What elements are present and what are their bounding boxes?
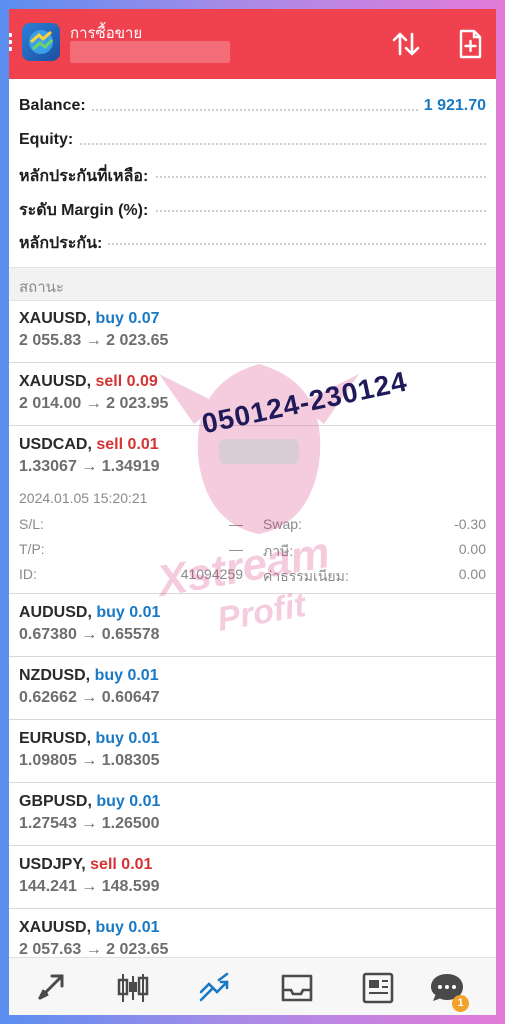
new-order-icon[interactable] bbox=[453, 27, 487, 61]
position-side: sell 0.01 bbox=[96, 436, 159, 453]
balance-row: Balance: 1 921.70 bbox=[9, 91, 496, 125]
position-symbol: AUDUSD, bbox=[19, 604, 92, 621]
chat-badge: 1 bbox=[452, 995, 469, 1012]
position-row[interactable]: NZDUSD, buy 0.01 0.62662 → 0.60647 bbox=[9, 657, 496, 720]
tp-value: — bbox=[229, 541, 243, 557]
menu-icon[interactable] bbox=[9, 33, 12, 54]
account-summary: Balance: 1 921.70 Equity: หลักประกันที่เ… bbox=[9, 91, 496, 259]
sl-value: — bbox=[229, 516, 243, 532]
section-label: สถานะ bbox=[19, 279, 64, 296]
positions-section-header: สถานะ bbox=[9, 267, 496, 301]
position-symbol: USDCAD, bbox=[19, 436, 92, 453]
position-prices: 0.67380 → 0.65578 bbox=[19, 626, 160, 643]
equity-row: Equity: bbox=[9, 125, 496, 159]
position-prices: 144.241 → 148.599 bbox=[19, 878, 160, 895]
position-side: buy 0.01 bbox=[96, 793, 161, 810]
position-prices: 0.62662 → 0.60647 bbox=[19, 689, 160, 706]
tax-value: 0.00 bbox=[458, 541, 486, 557]
position-row[interactable]: EURUSD, buy 0.01 1.09805 → 1.08305 bbox=[9, 720, 496, 783]
position-symbol: USDJPY, bbox=[19, 856, 86, 873]
phone-screen: การซื้อขาย Balance: 1 921.70 Equity: หลั… bbox=[9, 9, 496, 1015]
position-details: S/L: — Swap: -0.30 T/P: — ภาษี: 0.00 ID:… bbox=[19, 516, 486, 591]
position-row-expanded[interactable]: USDCAD, sell 0.01 1.33067 → 1.34919 2024… bbox=[9, 426, 496, 594]
tax-label: ภาษี: bbox=[263, 543, 294, 559]
free-margin-label: หลักประกันที่เหลือ: bbox=[19, 164, 155, 189]
app-header: การซื้อขาย bbox=[9, 9, 496, 79]
position-prices: 2 055.83 → 2 023.65 bbox=[19, 332, 169, 349]
tp-label: T/P: bbox=[19, 541, 45, 557]
position-symbol: XAUUSD, bbox=[19, 310, 92, 327]
trade-icon[interactable] bbox=[195, 968, 235, 1008]
position-open-time: 2024.01.05 15:20:21 bbox=[19, 490, 148, 506]
commission-value: 0.00 bbox=[458, 566, 486, 582]
position-side: sell 0.09 bbox=[95, 373, 158, 390]
position-side: buy 0.01 bbox=[96, 604, 161, 621]
swap-label: Swap: bbox=[263, 516, 302, 532]
id-label: ID: bbox=[19, 566, 37, 582]
history-icon[interactable] bbox=[277, 968, 317, 1008]
position-side: buy 0.01 bbox=[94, 667, 159, 684]
position-row[interactable]: XAUUSD, buy 0.07 2 055.83 → 2 023.65 bbox=[9, 300, 496, 363]
position-prices: 2 014.00 → 2 023.95 bbox=[19, 395, 169, 412]
bottom-tab-bar: 1 bbox=[9, 957, 496, 1015]
news-icon[interactable] bbox=[358, 968, 398, 1008]
app-logo bbox=[22, 23, 60, 61]
commission-label: ค่าธรรมเนียม: bbox=[263, 568, 349, 584]
balance-value: 1 921.70 bbox=[417, 97, 486, 115]
quotes-icon[interactable] bbox=[32, 968, 72, 1008]
position-symbol: XAUUSD, bbox=[19, 373, 92, 390]
position-side: sell 0.01 bbox=[90, 856, 153, 873]
position-side: buy 0.01 bbox=[95, 919, 160, 936]
position-row[interactable]: GBPUSD, buy 0.01 1.27543 → 1.26500 bbox=[9, 783, 496, 846]
margin-level-label: ระดับ Margin (%): bbox=[19, 197, 155, 223]
margin-label: หลักประกัน: bbox=[19, 231, 109, 256]
position-side: buy 0.07 bbox=[95, 310, 160, 327]
chart-icon[interactable] bbox=[113, 968, 153, 1008]
margin-level-row: ระดับ Margin (%): bbox=[9, 192, 496, 226]
position-prices: 1.27543 → 1.26500 bbox=[19, 815, 160, 832]
margin-row: หลักประกัน: bbox=[9, 225, 496, 259]
balance-label: Balance: bbox=[19, 97, 92, 115]
position-symbol: XAUUSD, bbox=[19, 919, 92, 936]
position-row[interactable]: USDJPY, sell 0.01 144.241 → 148.599 bbox=[9, 846, 496, 909]
position-symbol: EURUSD, bbox=[19, 730, 92, 747]
account-name-redacted bbox=[70, 41, 230, 63]
position-prices: 1.33067 → 1.34919 bbox=[19, 458, 160, 475]
position-side: buy 0.01 bbox=[95, 730, 160, 747]
swap-value: -0.30 bbox=[454, 516, 486, 532]
equity-label: Equity: bbox=[19, 130, 80, 149]
sort-icon[interactable] bbox=[389, 27, 423, 61]
id-value: 41094259 bbox=[180, 566, 243, 582]
position-prices: 1.09805 → 1.08305 bbox=[19, 752, 160, 769]
position-symbol: GBPUSD, bbox=[19, 793, 92, 810]
position-symbol: NZDUSD, bbox=[19, 667, 91, 684]
position-row[interactable]: AUDUSD, buy 0.01 0.67380 → 0.65578 bbox=[9, 594, 496, 657]
free-margin-row: หลักประกันที่เหลือ: bbox=[9, 158, 496, 192]
chat-icon[interactable]: 1 bbox=[427, 968, 469, 1012]
sl-label: S/L: bbox=[19, 516, 44, 532]
